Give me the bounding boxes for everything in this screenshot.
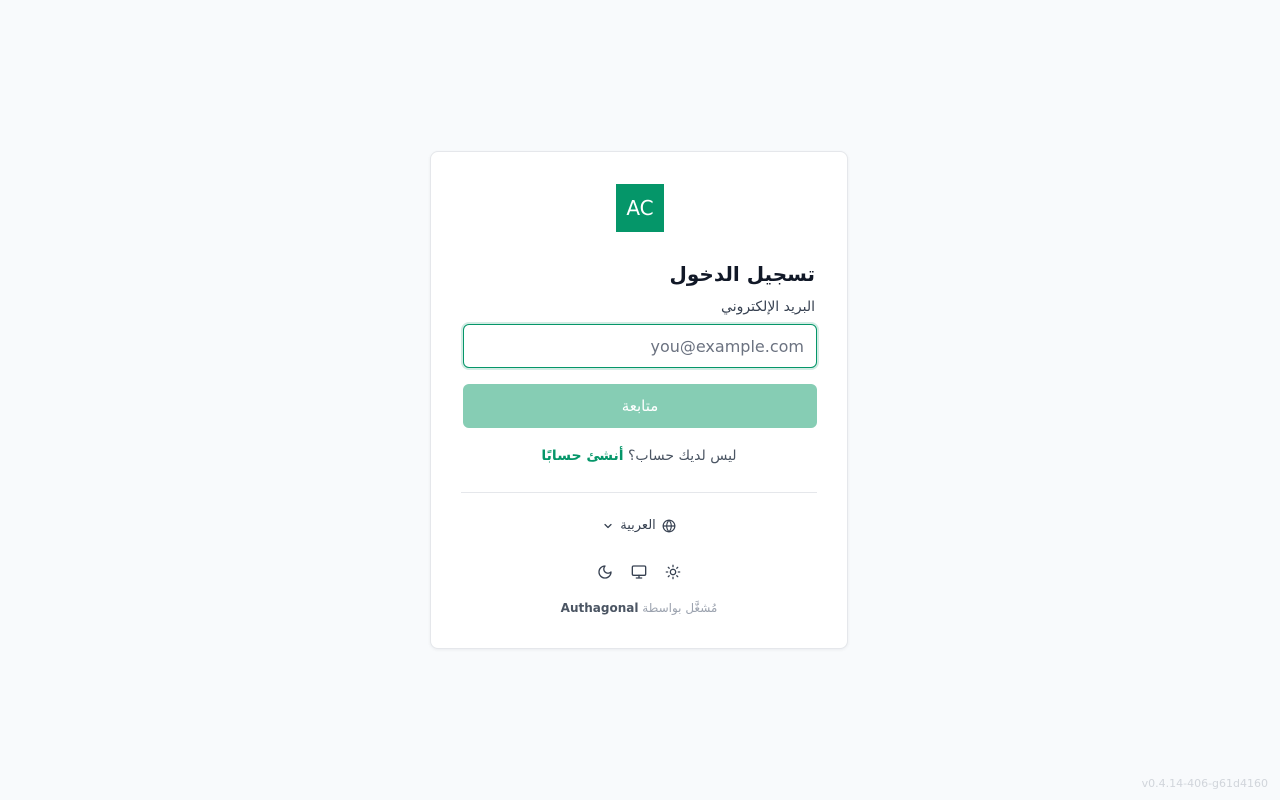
- app-logo: AC: [616, 184, 664, 232]
- version-label: v0.4.14-406-g61d4160: [1141, 777, 1268, 790]
- moon-icon[interactable]: [596, 563, 614, 581]
- login-card: AC تسجيل الدخول البريد الإلكتروني متابعة…: [430, 151, 848, 649]
- globe-icon: [662, 519, 676, 533]
- email-label: البريد الإلكتروني: [721, 299, 815, 315]
- logo-text: AC: [626, 196, 654, 220]
- powered-prefix: مُشغَّل بواسطة: [642, 601, 718, 615]
- create-account-link[interactable]: أنشئ حسابًا: [541, 448, 623, 464]
- page-title: تسجيل الدخول: [669, 262, 815, 286]
- signup-row: ليس لديك حساب؟ أنشئ حسابًا: [431, 448, 847, 464]
- login-page: AC تسجيل الدخول البريد الإلكتروني متابعة…: [0, 0, 1280, 800]
- email-field[interactable]: [463, 324, 817, 368]
- signup-prompt: ليس لديك حساب؟: [628, 448, 737, 464]
- language-label: العربية: [620, 518, 656, 533]
- monitor-icon[interactable]: [630, 563, 648, 581]
- language-selector[interactable]: العربية: [431, 518, 847, 533]
- continue-button[interactable]: متابعة: [463, 384, 817, 428]
- powered-by: مُشغَّل بواسطة Authagonal: [431, 601, 847, 615]
- divider: [461, 492, 817, 493]
- powered-brand: Authagonal: [560, 601, 639, 615]
- theme-switcher: [431, 563, 847, 581]
- chevron-down-icon: [602, 520, 614, 532]
- sun-icon[interactable]: [664, 563, 682, 581]
